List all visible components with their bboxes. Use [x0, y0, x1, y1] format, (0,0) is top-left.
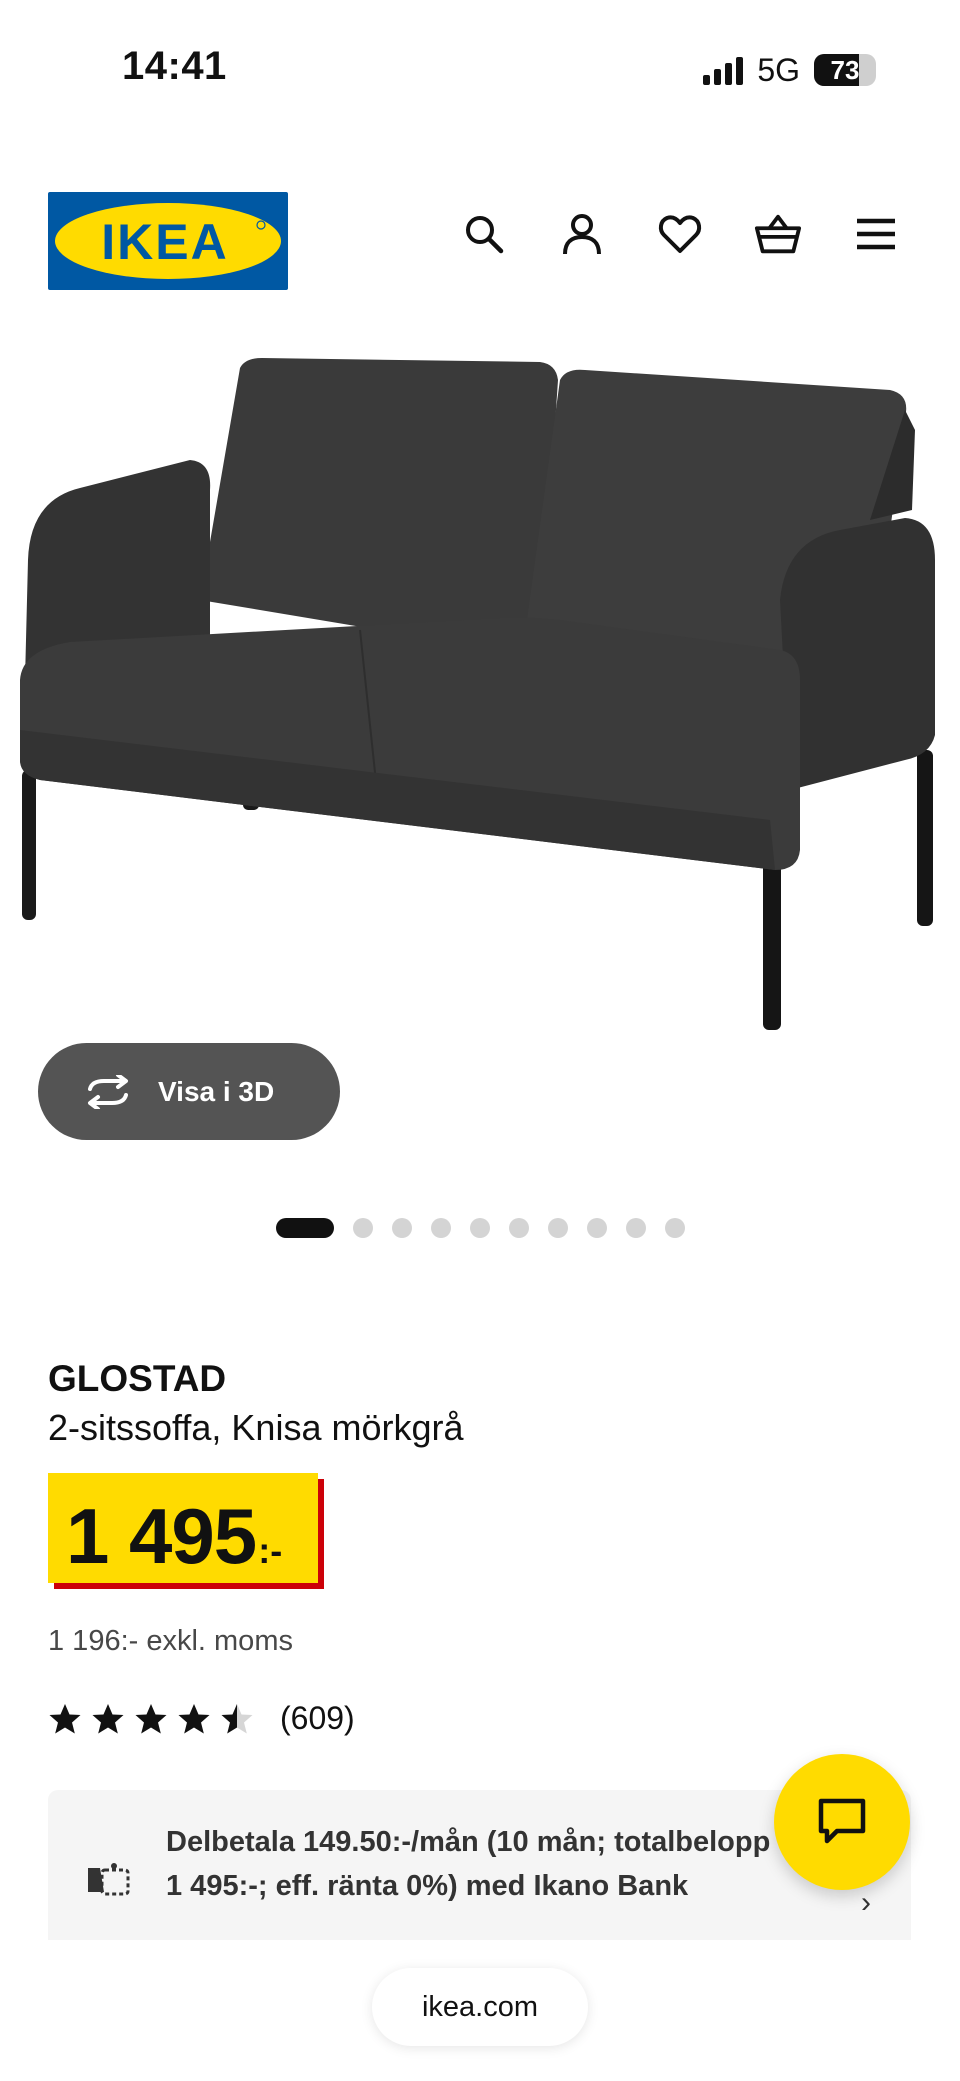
search-icon[interactable] — [460, 210, 508, 258]
product-name: GLOSTAD — [48, 1358, 227, 1399]
view-3d-label: Visa i 3D — [158, 1075, 275, 1107]
header-icons — [460, 210, 900, 258]
installment-text: Delbetala 149.50:-/mån (10 mån; totalbel… — [166, 1826, 771, 1902]
product-description: 2-sitssoffa, Knisa mörkgrå — [48, 1407, 464, 1448]
battery-icon: 73 — [814, 54, 876, 86]
network-label: 5G — [757, 51, 800, 88]
menu-icon[interactable] — [852, 210, 900, 258]
pagination-dot-active[interactable] — [275, 1218, 334, 1238]
basket-icon[interactable] — [754, 210, 802, 258]
status-time: 14:41 — [122, 44, 227, 88]
browser-url-bar[interactable]: ikea.com — [372, 1968, 588, 2046]
review-count[interactable]: (609) — [280, 1700, 355, 1737]
price-value: 1 495 — [66, 1492, 257, 1580]
logo-text: IKEA — [101, 214, 228, 270]
ikea-logo[interactable]: IKEA — [48, 192, 288, 290]
pagination-dot[interactable] — [469, 1218, 490, 1238]
battery-level: 73 — [830, 55, 860, 85]
price-tag: 1 495 :- — [48, 1473, 318, 1583]
view-3d-button[interactable]: Visa i 3D — [38, 1043, 340, 1140]
signal-icon — [703, 55, 744, 85]
pagination-dot[interactable] — [430, 1218, 451, 1238]
chat-icon — [818, 1798, 866, 1844]
price-suffix: :- — [258, 1530, 283, 1571]
rating-stars — [48, 1702, 254, 1736]
star-full-icon — [135, 1703, 167, 1733]
chevron-right-icon: › — [861, 1886, 871, 1919]
rotate-3d-icon — [88, 1074, 128, 1109]
pagination-dot[interactable] — [586, 1218, 607, 1238]
installment-icon — [88, 1863, 130, 1896]
heart-icon[interactable] — [656, 210, 704, 258]
account-icon[interactable] — [558, 210, 606, 258]
star-full-icon — [178, 1703, 210, 1733]
star-full-icon — [92, 1703, 124, 1733]
browser-url: ikea.com — [421, 1990, 539, 2023]
chat-button[interactable] — [774, 1754, 910, 1890]
star-full-icon — [49, 1703, 81, 1733]
pagination-dot[interactable] — [625, 1218, 646, 1238]
pagination-dot[interactable] — [391, 1218, 412, 1238]
status-icons: 5G 73 — [703, 50, 876, 90]
pagination-dot[interactable] — [664, 1218, 685, 1238]
pagination-dot[interactable] — [352, 1218, 373, 1238]
product-image[interactable] — [0, 350, 960, 1050]
price-excl-vat: 1 196:- exkl. moms — [48, 1625, 293, 1657]
gallery-pagination — [0, 1218, 960, 1238]
pagination-dot[interactable] — [508, 1218, 529, 1238]
product-rating[interactable]: (609) — [48, 1700, 355, 1737]
star-half-icon — [221, 1703, 253, 1733]
pagination-dot[interactable] — [547, 1218, 568, 1238]
